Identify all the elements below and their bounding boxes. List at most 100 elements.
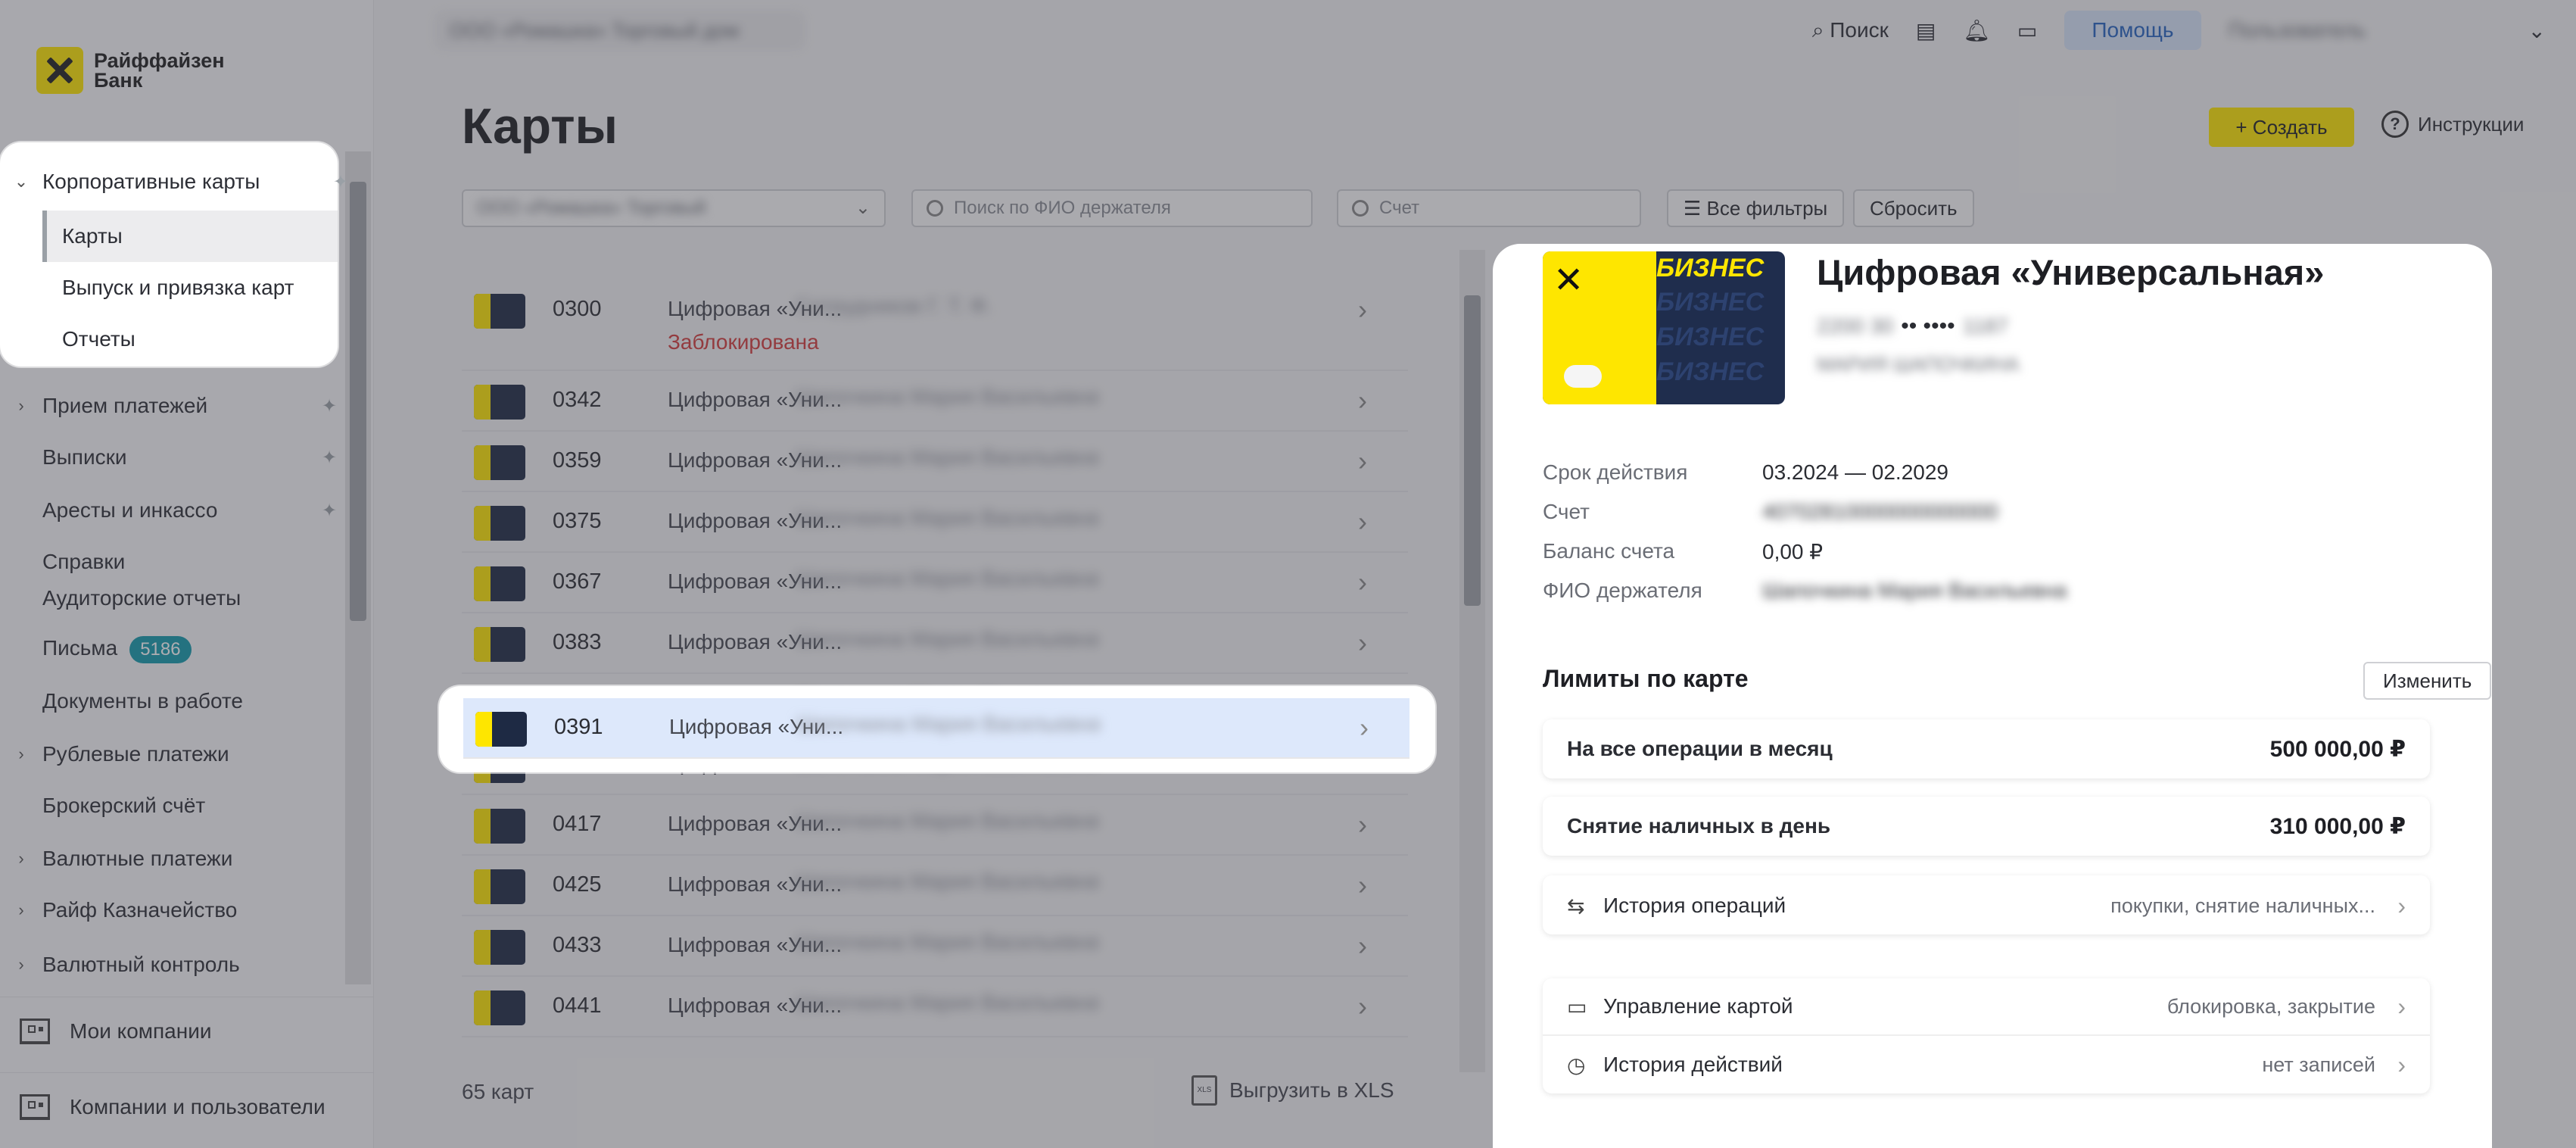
search-icon: ⌕: [1811, 17, 1830, 42]
sidebar-item-rub-payments[interactable]: › Рублевые платежи: [0, 733, 356, 775]
sidebar-item-arrests[interactable]: Аресты и инкассо ✦: [0, 489, 356, 532]
chevron-right-icon: ›: [2397, 992, 2406, 1020]
create-button[interactable]: + Создать: [2209, 108, 2354, 147]
sidebar-item-statements[interactable]: Выписки ✦: [0, 436, 356, 479]
chevron-right-icon: ›: [1358, 809, 1367, 840]
card-management[interactable]: ▭ Управление картой блокировка, закрытие ›: [1543, 978, 2430, 1036]
sidebar-item-audit-reports[interactable]: Аудиторские отчеты: [0, 577, 356, 619]
chevron-right-icon: ›: [18, 849, 24, 868]
page-title: Карты: [462, 98, 618, 154]
plus-icon: +: [2235, 116, 2253, 139]
table-row[interactable]: 0367 Цифровая «Уни... Шапочкина Мария Васи…: [462, 553, 1408, 613]
card-number: 0441: [553, 994, 602, 1018]
table-row[interactable]: 0342 Цифровая «Уни... Шапочкина Мария Васи…: [462, 371, 1408, 432]
chevron-right-icon: ›: [1358, 445, 1367, 476]
sidebar-subitem-cards[interactable]: Карты: [42, 211, 338, 262]
card-holder: Шапочкина Мария Васильевна: [795, 566, 1098, 590]
table-row[interactable]: 0383 Цифровая «Уни... Шапочкина Мария Васи…: [462, 613, 1408, 674]
chevron-down-icon: ⌄: [14, 172, 29, 191]
card-thumbnail: [474, 506, 525, 541]
highlight-selected-card-row: 0391 Цифровая «Уни... Шапочкина Мария Ва…: [439, 686, 1435, 772]
actions-history[interactable]: ◷ История действий нет записей ›: [1543, 1036, 2430, 1093]
account-input[interactable]: Счет: [1337, 189, 1641, 227]
cards-count: 65 карт: [462, 1080, 534, 1103]
chevron-right-icon: ›: [1358, 627, 1367, 658]
sidebar-item-treasury[interactable]: › Райф Казначейство: [0, 889, 356, 931]
edit-limits-button[interactable]: Изменить: [2363, 662, 2492, 700]
bell-icon[interactable]: 🔔︎: [1963, 18, 1990, 43]
card-number: 0417: [553, 812, 602, 836]
card-holder: Шапочкина Мария Васильевна: [795, 990, 1098, 1014]
card-status: Заблокирована: [668, 330, 819, 354]
card-number: 0425: [553, 872, 602, 897]
chevron-right-icon: ›: [1358, 385, 1367, 416]
card-thumbnail: [474, 930, 525, 965]
card-number-masked: 2200 30 •• •••• 1187: [1817, 314, 2008, 338]
chevron-right-icon: ›: [1358, 294, 1367, 325]
help-button[interactable]: Помощь: [2064, 11, 2201, 50]
sidebar-item-letters[interactable]: Письма 5186: [0, 629, 356, 671]
card-number: 0433: [553, 933, 602, 957]
sidebar-my-companies[interactable]: Мои компании: [0, 997, 374, 1065]
sidebar-item-fx-control[interactable]: › Валютный контроль: [0, 944, 356, 986]
chevron-right-icon: ›: [18, 900, 24, 919]
reset-button[interactable]: Сбросить: [1853, 189, 1974, 227]
sidebar-item-payments-receive[interactable]: › Прием платежей ✦: [0, 385, 356, 427]
list-scrollbar[interactable]: [1459, 250, 1485, 1072]
table-row[interactable]: 0441 Цифровая «Уни... Шапочкина Мария Васи…: [462, 977, 1408, 1037]
monitor-icon[interactable]: ▭: [2017, 18, 2037, 43]
table-row[interactable]: 0375 Цифровая «Уни... Шапочкина Мария Васи…: [462, 492, 1408, 553]
all-filters-button[interactable]: ☰ Все фильтры: [1667, 189, 1845, 227]
user-menu[interactable]: Пользователь: [2229, 18, 2501, 42]
scrollbar-thumb[interactable]: [350, 182, 366, 621]
company-filter[interactable]: ООО «Ромашка» Торговый ⌄: [462, 189, 886, 227]
card-number: 0342: [553, 388, 602, 412]
instructions-button[interactable]: ? Инструкции: [2381, 111, 2524, 138]
table-row[interactable]: 0300 Цифровая «Уни... Заблокирована Сотрудн…: [462, 280, 1408, 371]
sidebar-item-brokerage[interactable]: Брокерский счёт: [0, 785, 356, 827]
card-title: Цифровая «Универсальная»: [1817, 252, 2325, 292]
sidebar-scrollbar[interactable]: [345, 151, 371, 984]
table-row[interactable]: 0359 Цифровая «Уни... Шапочкина Мария Васи…: [462, 432, 1408, 492]
bank-logo[interactable]: Райффайзен Банк: [36, 47, 225, 94]
card-holder: Сотрудников Г. Т. Ф.: [795, 294, 992, 317]
table-row[interactable]: 0433 Цифровая «Уни... Шапочкина Мария Васи…: [462, 916, 1408, 977]
field-validity: Срок действия 03.2024 — 02.2029: [1543, 460, 1948, 484]
chevron-right-icon: ›: [1360, 712, 1369, 743]
logo-text: Райффайзен Банк: [94, 49, 225, 92]
limit-cash-day[interactable]: Снятие наличных в день 310 000,00 ₽: [1543, 797, 2430, 856]
limit-month[interactable]: На все операции в месяц 500 000,00 ₽: [1543, 719, 2430, 778]
chevron-down-icon[interactable]: ⌄: [2528, 18, 2546, 43]
table-row[interactable]: 0417 Цифровая «Уни... Шапочкина Мария Васи…: [462, 795, 1408, 856]
sidebar-subitem-issue[interactable]: Выпуск и привязка карт: [42, 262, 338, 314]
chevron-right-icon: ›: [18, 955, 24, 974]
export-xls-button[interactable]: XLS Выгрузить в XLS: [1191, 1075, 1394, 1106]
chevron-down-icon: ⌄: [855, 198, 871, 218]
chevron-right-icon: ›: [1358, 930, 1367, 961]
sidebar-item-documents[interactable]: Документы в работе: [0, 680, 356, 722]
table-row-selected[interactable]: 0391 Цифровая «Уни... Шапочкина Мария Ва…: [463, 698, 1409, 759]
sidebar-companies-users[interactable]: Компании и пользователи: [0, 1072, 374, 1140]
chevron-right-icon: ›: [1358, 506, 1367, 537]
card-thumbnail: [474, 869, 525, 904]
holder-search-input[interactable]: Поиск по ФИО держателя: [911, 189, 1313, 227]
card-thumbnail: [475, 712, 527, 747]
table-row[interactable]: 0425 Цифровая «Уни... Шапочкина Мария Васи…: [462, 856, 1408, 916]
building-icon: [20, 1093, 50, 1120]
operations-history[interactable]: ⇆ История операций покупки, снятие наличны…: [1543, 877, 2430, 934]
sidebar-item-corporate-cards[interactable]: ⌄ Корпоративные карты ✦: [0, 161, 356, 203]
search-button[interactable]: ⌕ Поиск: [1812, 18, 1889, 43]
card-thumbnail: [474, 809, 525, 844]
messages-icon[interactable]: ▤: [1916, 18, 1936, 43]
sidebar-subitem-reports[interactable]: Отчеты: [42, 314, 338, 365]
sidebar-item-fx-payments[interactable]: › Валютные платежи: [0, 838, 356, 880]
exchange-icon: ⇆: [1567, 894, 1585, 918]
company-selector[interactable]: ООО «Ромашка» Торговый дом: [435, 11, 805, 50]
pin-icon[interactable]: ✦: [326, 171, 356, 193]
card-thumbnail: [474, 445, 525, 480]
chevron-right-icon: ›: [18, 744, 24, 763]
card-number: 0391: [554, 715, 603, 739]
card-holder: Шапочкина Мария Васильевна: [795, 627, 1098, 650]
field-account: Счет 40702810000000000000: [1543, 500, 1998, 523]
scrollbar-thumb[interactable]: [1464, 295, 1481, 606]
